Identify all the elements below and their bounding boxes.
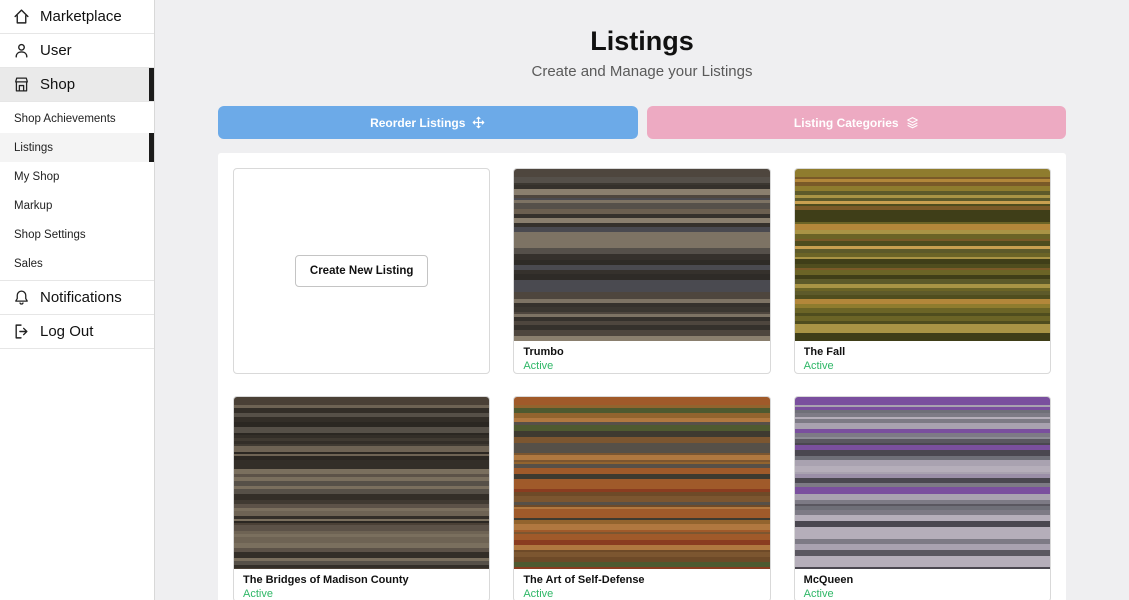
listing-title: The Fall: [803, 346, 846, 358]
listing-card-bridges-of-madison-county[interactable]: The Bridges of Madison County Active: [233, 396, 491, 600]
create-listing-card: Create New Listing: [233, 168, 491, 374]
listing-title: McQueen: [803, 574, 854, 586]
listing-card-label: McQueen Active: [795, 569, 1050, 600]
sidebar-item-marketplace[interactable]: Marketplace: [0, 0, 154, 34]
listing-thumbnail: [794, 169, 1050, 341]
subitem-label: Shop Settings: [14, 228, 86, 241]
listing-title: Trumbo: [523, 346, 564, 358]
sidebar-item-user[interactable]: User: [0, 34, 154, 68]
main-content: Listings Create and Manage your Listings…: [155, 0, 1129, 600]
sidebar-item-shop[interactable]: Shop: [0, 68, 154, 102]
listing-title: The Art of Self-Defense: [523, 574, 645, 586]
listing-categories-label: Listing Categories: [793, 115, 899, 130]
layers-icon: [906, 117, 918, 129]
subitem-label: My Shop: [14, 170, 60, 183]
listing-card-label: The Bridges of Madison County Active: [234, 569, 489, 600]
sidebar-subitem-my-shop[interactable]: My Shop: [0, 162, 154, 191]
subitem-label: Listings: [14, 141, 53, 154]
user-icon: [13, 42, 30, 59]
listing-card-label: The Art of Self-Defense Active: [514, 569, 769, 600]
sidebar-subitem-sales[interactable]: Sales: [0, 249, 154, 278]
listing-card-the-fall[interactable]: The Fall Active: [793, 168, 1051, 374]
shop-icon: [13, 76, 30, 93]
move-icon: [473, 116, 485, 129]
toolbar: Reorder Listings Listing Categories: [218, 106, 1066, 139]
listing-card-mcqueen[interactable]: McQueen Active: [793, 396, 1051, 600]
home-icon: [13, 8, 30, 25]
create-new-listing-button[interactable]: Create New Listing: [294, 255, 429, 287]
sidebar-subitem-shop-settings[interactable]: Shop Settings: [0, 220, 154, 249]
listing-status-badge: Active: [803, 360, 834, 372]
app-window: Marketplace User Shop Shop Achievements …: [0, 0, 1129, 600]
page-title: Listings: [590, 26, 694, 56]
listing-card-trumbo[interactable]: Trumbo Active: [513, 168, 771, 374]
sidebar-item-notifications[interactable]: Notifications: [0, 281, 154, 315]
listing-status-badge: Active: [523, 360, 554, 372]
sidebar-subitem-markup[interactable]: Markup: [0, 191, 154, 220]
sidebar: Marketplace User Shop Shop Achievements …: [0, 0, 155, 600]
sidebar-item-label: Notifications: [40, 289, 122, 306]
listing-thumbnail: [514, 169, 770, 341]
listings-panel: Create New Listing Trumbo Active The Fal…: [218, 153, 1066, 600]
sidebar-item-label: Marketplace: [40, 8, 122, 25]
shop-submenu: Shop Achievements Listings My Shop Marku…: [0, 102, 154, 281]
listing-status-badge: Active: [523, 588, 554, 600]
listing-thumbnail: [514, 397, 770, 569]
listing-thumbnail: [794, 397, 1050, 569]
sidebar-item-logout[interactable]: Log Out: [0, 315, 154, 349]
sidebar-subitem-shop-achievements[interactable]: Shop Achievements: [0, 104, 154, 133]
listing-status-badge: Active: [803, 588, 834, 600]
sidebar-item-label: Shop: [40, 76, 76, 93]
listing-card-label: Trumbo Active: [514, 341, 769, 373]
subitem-label: Sales: [14, 257, 43, 270]
listing-thumbnail: [234, 397, 490, 569]
subitem-label: Markup: [14, 199, 53, 212]
sidebar-subitem-listings[interactable]: Listings: [0, 133, 154, 162]
subitem-label: Shop Achievements: [14, 112, 116, 125]
listing-categories-button[interactable]: Listing Categories: [646, 106, 1066, 139]
listing-status-badge: Active: [243, 588, 273, 600]
listing-title: The Bridges of Madison County: [243, 574, 409, 586]
listing-card-label: The Fall Active: [795, 341, 1050, 373]
listing-card-art-of-self-defense[interactable]: The Art of Self-Defense Active: [513, 396, 771, 600]
sidebar-item-label: User: [40, 42, 72, 59]
listings-grid: Create New Listing Trumbo Active The Fal…: [233, 168, 1051, 600]
page-subtitle: Create and Manage your Listings: [531, 63, 753, 80]
reorder-listings-button[interactable]: Reorder Listings: [218, 106, 638, 139]
logout-icon: [13, 323, 30, 340]
sidebar-item-label: Log Out: [40, 323, 94, 340]
bell-icon: [13, 289, 30, 306]
reorder-listings-label: Reorder Listings: [370, 115, 466, 130]
